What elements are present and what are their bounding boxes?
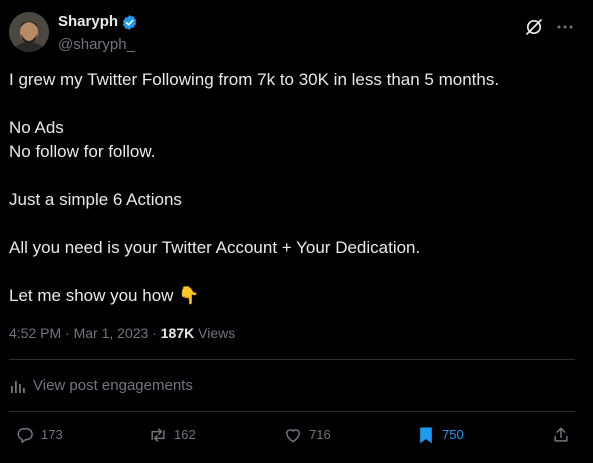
avatar[interactable] — [9, 12, 49, 52]
post-line: All you need is your Twitter Account + Y… — [9, 238, 421, 257]
views-label: Views — [198, 325, 236, 341]
share-button[interactable] — [551, 425, 577, 445]
divider — [9, 359, 575, 360]
analytics-icon — [11, 381, 25, 393]
verified-badge-icon — [122, 14, 137, 30]
post-time[interactable]: 4:52 PM — [9, 325, 61, 341]
meta-separator: · — [152, 325, 157, 341]
reply-button[interactable]: 173 — [15, 425, 63, 445]
view-engagements-label: View post engagements — [33, 377, 193, 394]
author-display-name[interactable]: Sharyph — [58, 13, 118, 31]
post-meta: 4:52 PM · Mar 1, 2023 · 187K Views — [9, 323, 235, 343]
like-button[interactable]: 716 — [283, 425, 331, 445]
post-line: I grew my Twitter Following from 7k to 3… — [9, 70, 500, 89]
repost-icon — [151, 428, 165, 442]
view-engagements-link[interactable]: View post engagements — [9, 376, 193, 396]
reply-icon — [17, 428, 33, 443]
grok-icon[interactable] — [524, 17, 544, 37]
post-line: No Ads — [9, 118, 64, 137]
views-count: 187K — [160, 325, 195, 341]
more-icon[interactable] — [556, 18, 574, 36]
like-icon — [286, 429, 300, 443]
post-line: Let me show you how 👇 — [9, 286, 200, 305]
repost-button[interactable]: 162 — [148, 425, 196, 445]
post-line: Just a simple 6 Actions — [9, 190, 182, 209]
author-name-row: Sharyph — [58, 13, 138, 31]
post-line: No follow for follow. — [9, 142, 156, 161]
like-count: 716 — [309, 427, 331, 442]
bookmark-button[interactable]: 750 — [416, 425, 464, 445]
reply-count: 173 — [41, 427, 63, 442]
divider — [9, 411, 575, 412]
share-icon — [554, 427, 568, 442]
post-date[interactable]: Mar 1, 2023 — [74, 325, 149, 341]
bookmark-icon — [420, 427, 432, 444]
bookmark-count: 750 — [442, 427, 464, 442]
author-handle[interactable]: @sharyph_ — [58, 36, 135, 54]
meta-separator: · — [65, 325, 70, 341]
repost-count: 162 — [174, 427, 196, 442]
tweet-card: Sharyph @sharyph_ I grew my Twitter Foll… — [0, 0, 593, 463]
